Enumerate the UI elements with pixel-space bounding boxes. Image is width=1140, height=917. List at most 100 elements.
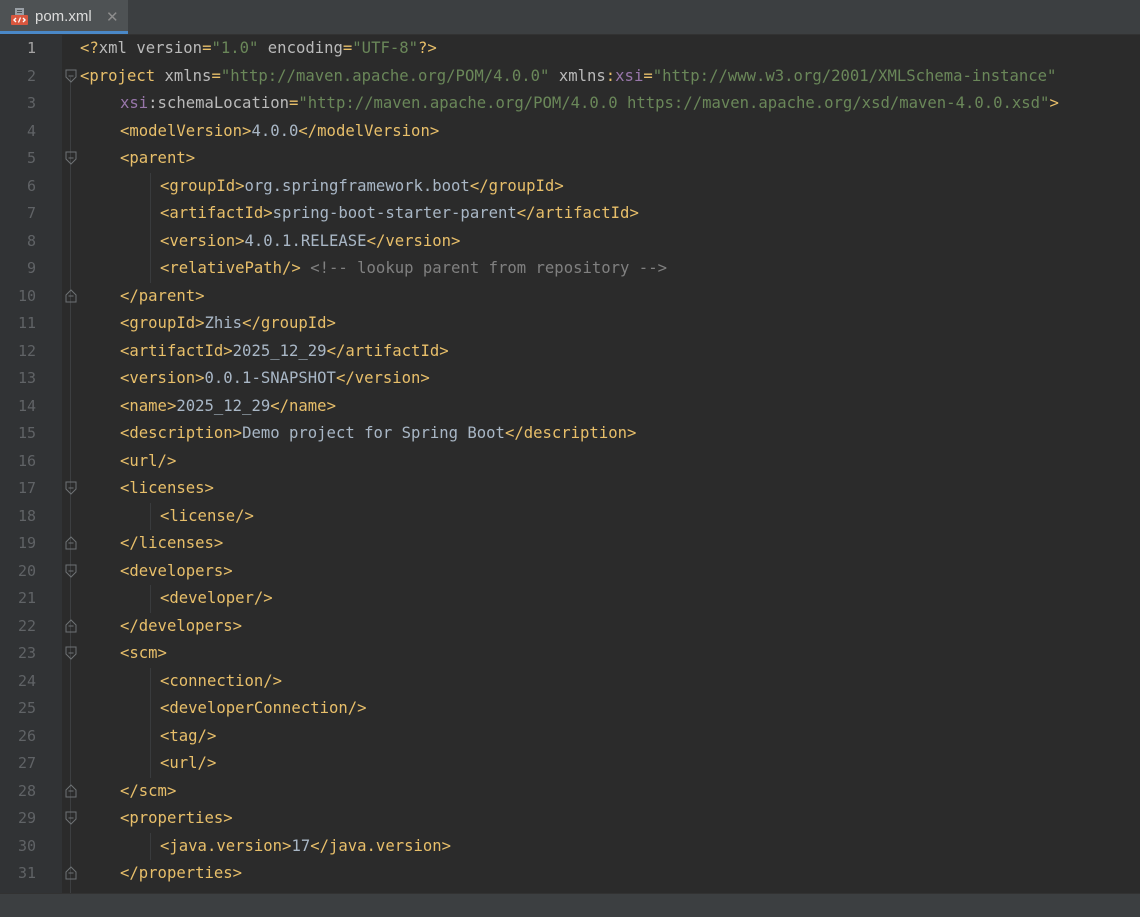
- code-line: 26 <tag/>: [0, 723, 1140, 750]
- tab-label: pom.xml: [35, 8, 92, 25]
- code-token: <version>: [160, 231, 245, 250]
- code-token: </artifactId>: [326, 341, 449, 360]
- code-token: encoding: [258, 39, 343, 57]
- fold-open-icon[interactable]: [64, 150, 78, 166]
- code-token: xmlns: [549, 66, 606, 85]
- code-text: <developer/>: [160, 585, 273, 612]
- code-text: <description>Demo project for Spring Boo…: [120, 420, 636, 447]
- fold-open-icon[interactable]: [64, 810, 78, 826]
- code-text: </parent>: [120, 283, 205, 310]
- code-token: 2025_12_29: [176, 396, 271, 415]
- line-number: 7: [26, 204, 36, 222]
- line-number: 9: [26, 259, 36, 277]
- code-line: 24 <connection/>: [0, 668, 1140, 695]
- line-number: 27: [17, 754, 36, 772]
- code-text: <licenses>: [120, 475, 214, 502]
- code-token: "UTF-8": [352, 39, 419, 57]
- code-line: 31 </properties>: [0, 860, 1140, 887]
- code-text: xsi:schemaLocation="http://maven.apache.…: [120, 90, 1059, 117]
- code-line: 22 </developers>: [0, 613, 1140, 640]
- code-token: >: [1049, 94, 1059, 112]
- code-line: 6 <groupId>org.springframework.boot</grou…: [0, 173, 1140, 200]
- indent-guide: [150, 832, 151, 860]
- code-token: </groupId>: [469, 176, 564, 195]
- code-text: <url/>: [160, 750, 216, 777]
- fold-close-icon[interactable]: [64, 783, 78, 799]
- code-text: <java.version>17</java.version>: [160, 833, 451, 860]
- code-text: <parent>: [120, 145, 195, 172]
- code-text: <artifactId>2025_12_29</artifactId>: [120, 338, 449, 365]
- line-number: 21: [17, 589, 36, 607]
- code-token: =: [289, 94, 299, 112]
- code-text: <version>4.0.1.RELEASE</version>: [160, 228, 460, 255]
- code-token: <artifactId>: [160, 204, 273, 222]
- fold-close-icon[interactable]: [64, 865, 78, 881]
- code-token: Zhis: [204, 314, 243, 332]
- fold-close-icon[interactable]: [64, 288, 78, 304]
- line-number: 5: [26, 149, 36, 167]
- line-number: 1: [26, 39, 36, 57]
- code-text: <developers>: [120, 558, 233, 585]
- fold-open-icon[interactable]: [64, 480, 78, 496]
- code-text: <relativePath/> <!-- lookup parent from …: [160, 255, 667, 282]
- code-line: 28 </scm>: [0, 778, 1140, 805]
- line-number: 26: [17, 726, 36, 745]
- code-token: </name>: [270, 396, 336, 415]
- code-line: 12 <artifactId>2025_12_29</artifactId>: [0, 338, 1140, 365]
- code-token: <url/>: [120, 451, 177, 470]
- code-token: 2025_12_29: [232, 341, 327, 360]
- fold-close-icon[interactable]: [64, 618, 78, 634]
- code-line: 11 <groupId>Zhis</groupId>: [0, 310, 1140, 337]
- code-token: <project: [80, 66, 156, 85]
- code-text: <scm>: [120, 640, 167, 667]
- code-token: ?>: [418, 39, 437, 57]
- code-editor[interactable]: 1 <?xml version="1.0" encoding="UTF-8"?> 2…: [0, 35, 1140, 893]
- code-text: <project xmlns ="http://maven.apache.org/…: [80, 63, 1056, 90]
- line-number: 14: [17, 396, 36, 415]
- line-number: 15: [17, 424, 36, 442]
- close-icon[interactable]: ✕: [106, 8, 119, 26]
- indent-guide: [150, 585, 151, 613]
- code-token: <developers>: [120, 561, 233, 580]
- line-number: 16: [17, 451, 36, 470]
- code-token: </licenses>: [120, 534, 224, 552]
- line-number: 8: [26, 231, 36, 250]
- line-number: 10: [17, 286, 36, 305]
- code-text: <version>0.0.1-SNAPSHOT</version>: [120, 365, 430, 392]
- code-token: =: [342, 39, 353, 57]
- code-token: =: [211, 66, 221, 85]
- code-line: 8 <version>4.0.1.RELEASE</version>: [0, 228, 1140, 255]
- code-token: <version>: [120, 369, 205, 387]
- code-token: "http://maven.apache.org/POM/4.0.0": [220, 66, 550, 85]
- tab-pom-xml[interactable]: pom.xml ✕: [0, 0, 128, 34]
- code-line: 23 <scm>: [0, 640, 1140, 667]
- code-line: 19 </licenses>: [0, 530, 1140, 557]
- code-token: "http://maven.apache.org/POM/4.0.0 https…: [298, 94, 1050, 112]
- code-token: <java.version>: [160, 836, 292, 855]
- code-text: <modelVersion>4.0.0</modelVersion>: [120, 118, 439, 145]
- line-number: 18: [17, 506, 36, 525]
- code-token: </description>: [504, 424, 637, 442]
- code-token: <name>: [120, 396, 177, 415]
- code-token: :schemaLocation: [148, 94, 289, 112]
- fold-open-icon[interactable]: [64, 563, 78, 579]
- fold-close-icon[interactable]: [64, 535, 78, 551]
- fold-open-icon[interactable]: [64, 645, 78, 661]
- line-number: 30: [17, 836, 36, 855]
- code-token: </developers>: [120, 616, 243, 635]
- fold-open-icon[interactable]: [64, 68, 78, 84]
- code-token: <groupId>: [120, 314, 205, 332]
- line-number: 24: [17, 671, 36, 690]
- code-line: 3 xsi:schemaLocation="http://maven.apache…: [0, 90, 1140, 117]
- code-token: </java.version>: [310, 836, 452, 855]
- code-line: 2 <project xmlns="http://maven.apache.org…: [0, 63, 1140, 90]
- code-token: <developer/>: [160, 589, 273, 607]
- code-line: 25 <developerConnection/>: [0, 695, 1140, 722]
- indent-guide: [150, 172, 151, 283]
- code-token: </properties>: [120, 864, 243, 882]
- code-text: <connection/>: [160, 668, 282, 695]
- code-token: </modelVersion>: [298, 121, 440, 140]
- code-token: 4.0.1.RELEASE: [244, 231, 367, 250]
- line-number: 3: [26, 94, 36, 112]
- code-token: 17: [291, 836, 311, 855]
